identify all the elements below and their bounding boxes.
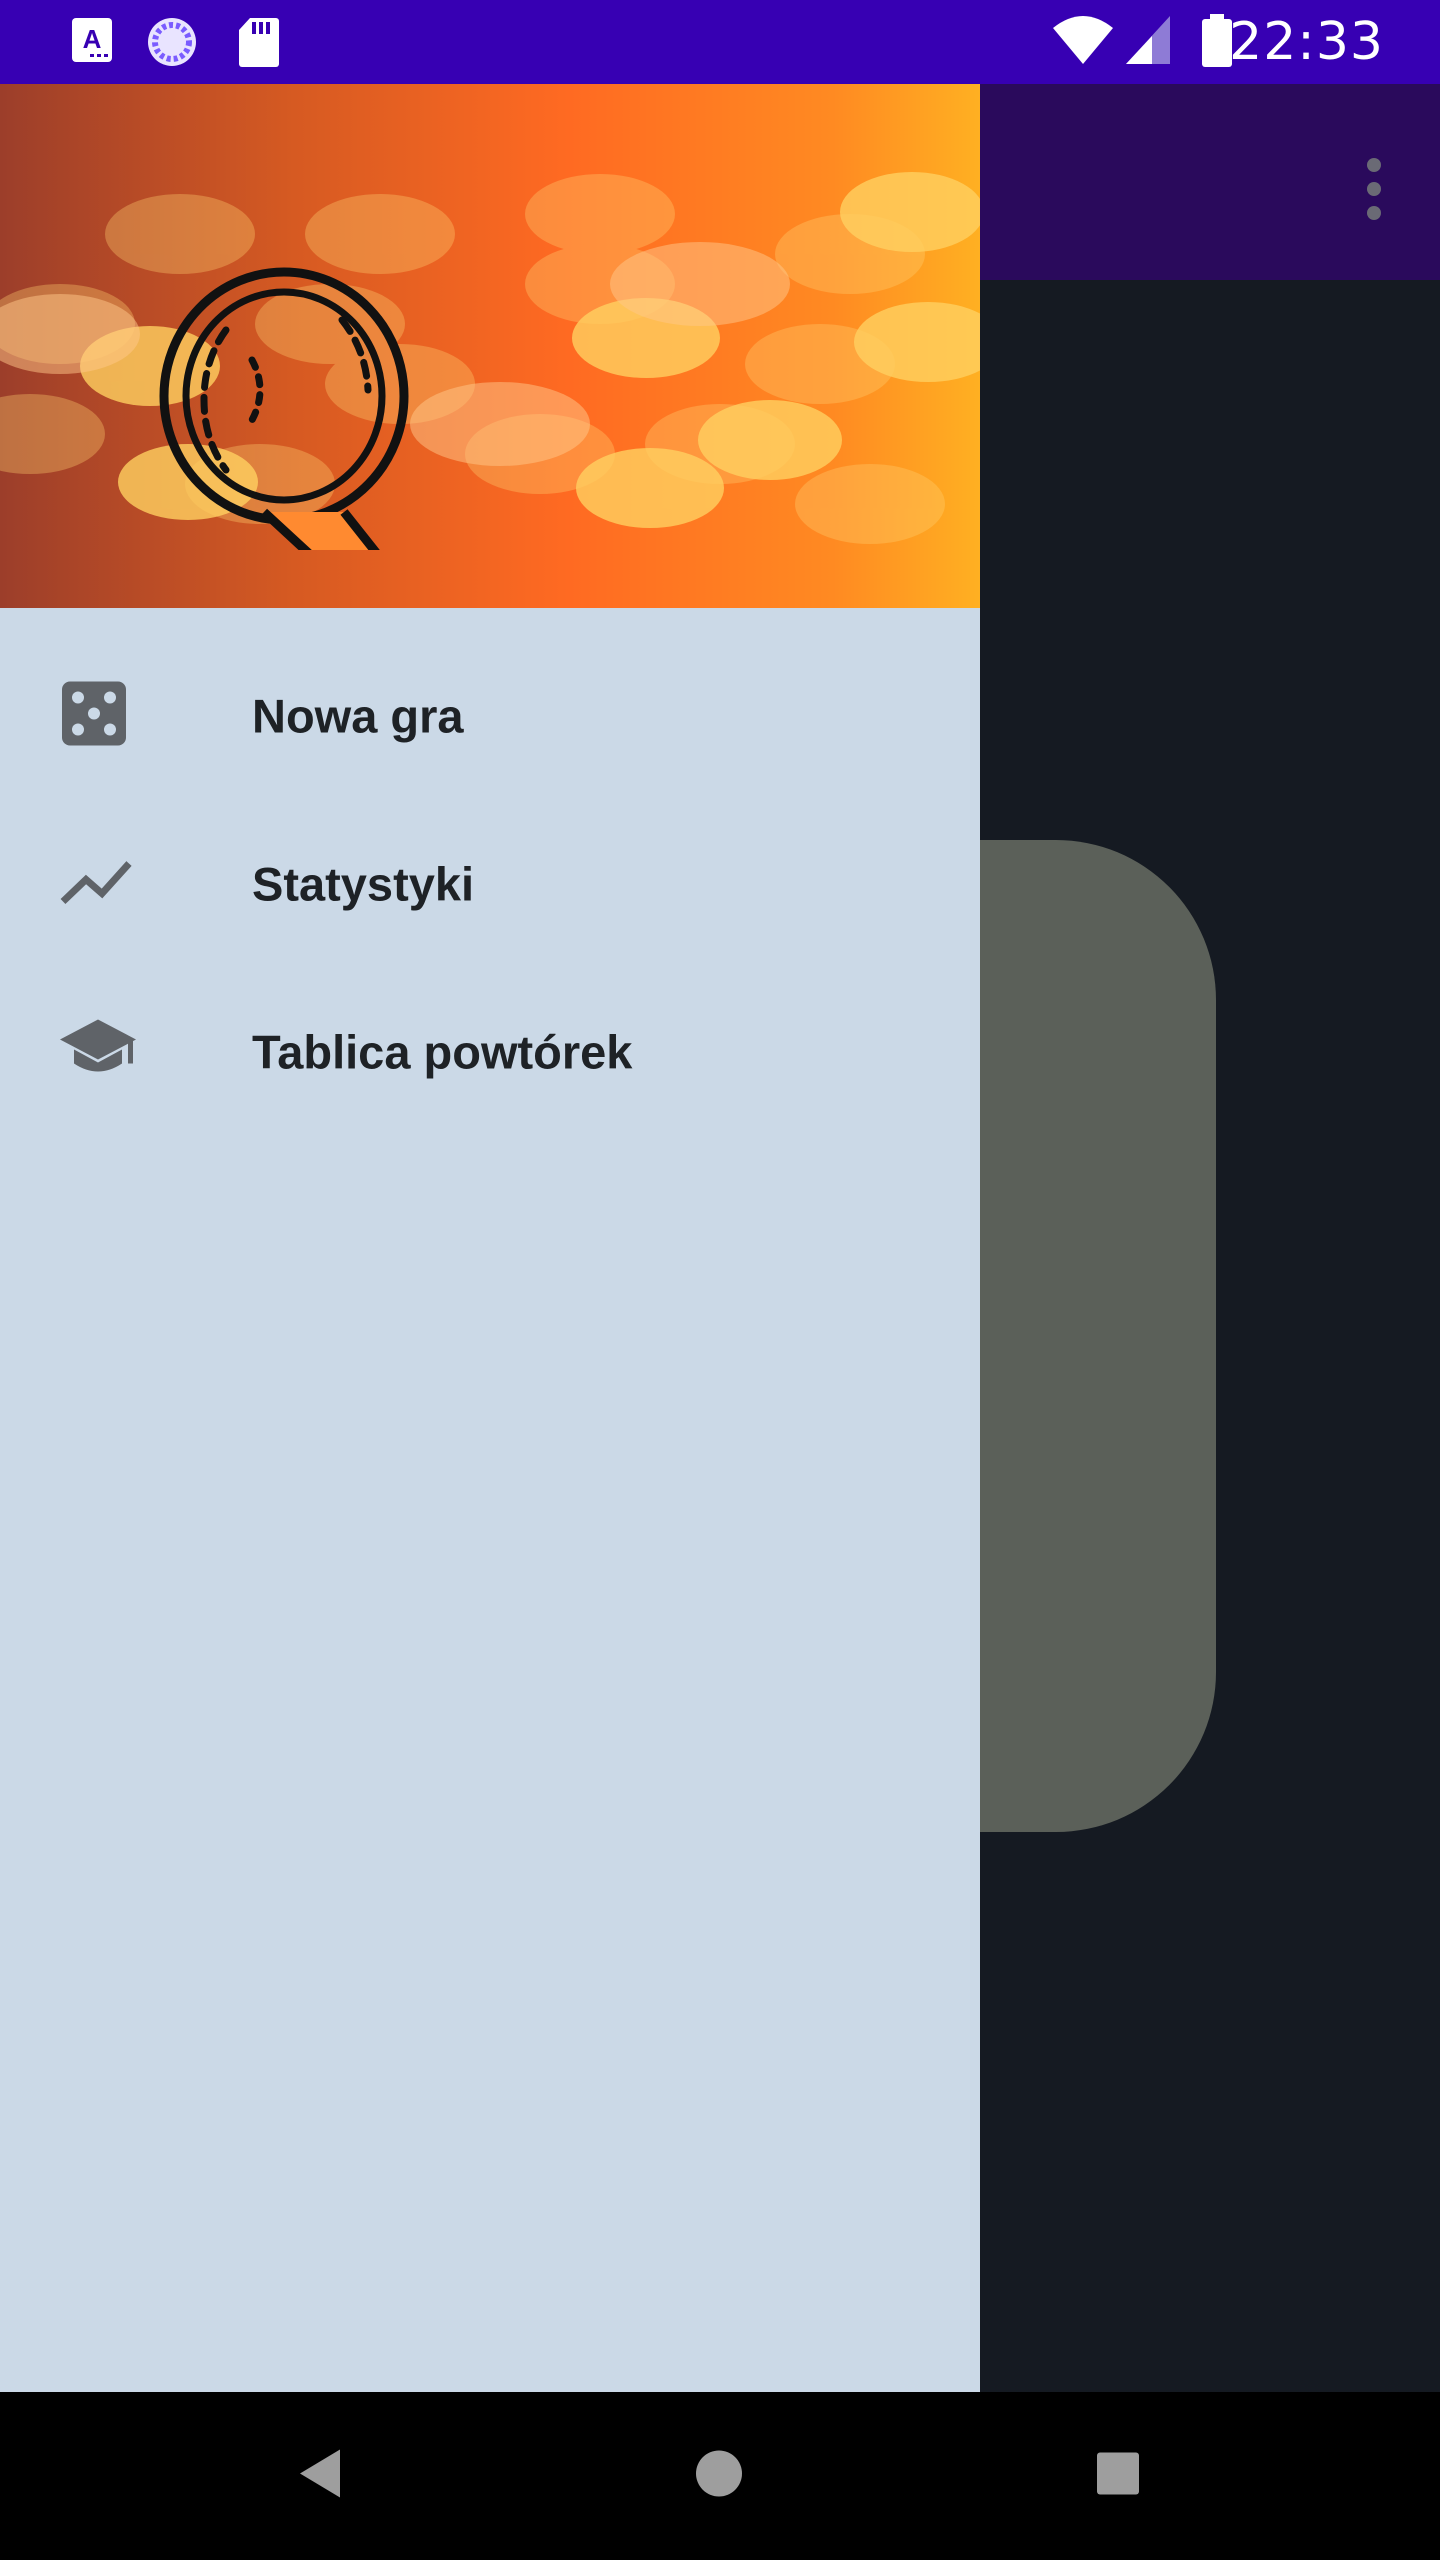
sd-card-icon [238,16,280,73]
system-nav-bar [0,2392,1440,2560]
trending-line-icon [60,858,132,911]
loading-circle-icon [146,16,198,73]
graduation-cap-icon [60,1018,136,1087]
status-bar: A 22:33 [0,0,1440,84]
status-time: 22:33 [1229,12,1384,72]
menu-item-label: Tablica powtórek [252,1025,633,1079]
dice-icon [60,680,128,753]
back-icon[interactable] [296,2448,344,2505]
signal-icon [1124,14,1172,71]
menu-item-tablica-powtorek[interactable]: Tablica powtórek [0,968,980,1136]
svg-text:A: A [83,24,102,54]
navigation-drawer: Nowa gra Statystyki Tablica powtórek [0,84,980,2392]
menu-item-label: Statystyki [252,857,475,911]
accessibility-app-icon: A [70,16,114,69]
drawer-menu: Nowa gra Statystyki Tablica powtórek [0,632,980,1136]
recents-icon[interactable] [1096,2452,1140,2501]
more-vert-icon[interactable] [1352,152,1396,232]
menu-item-label: Nowa gra [252,689,464,743]
menu-item-nowa-gra[interactable]: Nowa gra [0,632,980,800]
bokeh-background [0,172,980,544]
home-icon[interactable] [694,2449,744,2504]
drawer-header [0,84,980,608]
wifi-icon [1052,14,1114,71]
menu-item-statystyki[interactable]: Statystyki [0,800,980,968]
